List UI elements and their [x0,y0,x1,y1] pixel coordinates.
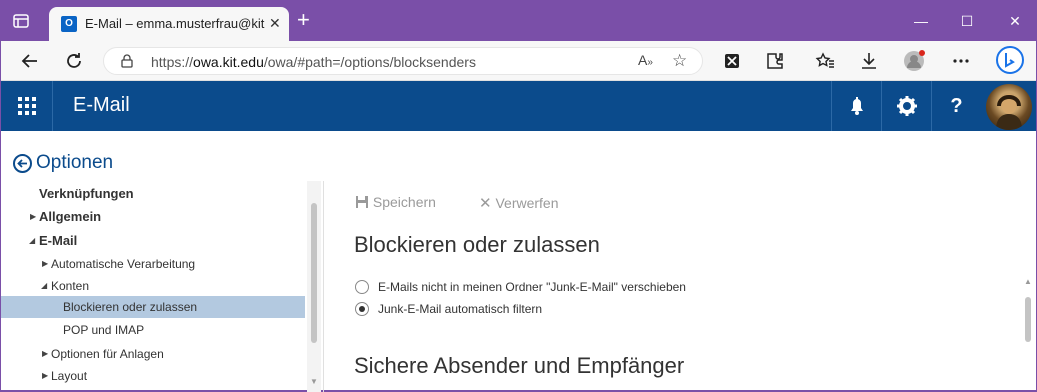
caret-right-icon: ▶ [42,259,49,268]
radio-no-junk[interactable] [355,280,369,294]
extension-x-icon[interactable] [720,49,744,73]
profile-icon[interactable] [902,49,926,73]
scroll-down-icon[interactable]: ▼ [310,377,318,386]
back-icon[interactable] [18,49,42,73]
notifications-button[interactable] [831,81,881,131]
browser-toolbar: https://owa.kit.edu/owa/#path=/options/b… [1,41,1036,81]
nav-item-automatic-processing[interactable]: ▶ Automatische Verarbeitung [1,253,305,275]
nav-item-shortcuts[interactable]: Verknüpfungen [1,183,305,205]
address-bar[interactable]: https://owa.kit.edu/owa/#path=/options/b… [103,47,703,75]
discard-icon: ✕ [479,195,492,212]
scroll-up-icon[interactable]: ▲ [1024,277,1032,286]
close-window-button[interactable]: ✕ [1005,11,1025,31]
tab-strip: O E-Mail – emma.musterfrau@kit.e ✕ + — ☐… [1,1,1036,41]
read-aloud-icon[interactable]: A» [638,52,653,68]
radio-auto-filter-label[interactable]: Junk-E-Mail automatisch filtern [378,302,542,316]
minimize-button[interactable]: — [911,11,931,31]
url-path: /owa/#path=/options/blocksenders [263,54,476,70]
nav-item-accounts[interactable]: ◢ Konten [1,275,305,297]
extensions-icon[interactable] [763,49,787,73]
window-menu-icon[interactable] [11,11,31,31]
app-title[interactable]: E-Mail [73,94,130,117]
save-button[interactable]: Speichern [355,194,436,210]
url-text[interactable]: https://owa.kit.edu/owa/#path=/options/b… [151,54,476,70]
nav-item-block-or-allow[interactable]: Blockieren oder zulassen [1,296,305,318]
nav-scroll-thumb[interactable] [311,203,317,343]
nav-item-label: E-Mail [39,233,78,248]
gear-icon [897,96,917,116]
content-scrollbar[interactable]: ▲ [1021,277,1035,392]
caret-right-icon: ▶ [42,371,49,380]
discard-label: Verwerfen [495,195,559,211]
nav-item-label: Konten [51,279,90,293]
discard-button[interactable]: ✕ Verwerfen [479,194,559,212]
nav-item-pop-imap[interactable]: POP und IMAP [1,319,305,341]
caret-right-icon: ▶ [42,349,49,358]
more-icon[interactable] [949,49,973,73]
nav-item-general[interactable]: ▶ Allgemein [1,206,305,228]
nav-scrollbar[interactable]: ▼ [307,181,321,392]
nav-item-label: Layout [51,369,88,383]
radio-no-junk-label[interactable]: E-Mails nicht in meinen Ordner "Junk-E-M… [378,280,686,294]
add-favorite-icon[interactable]: ☆ [672,51,687,71]
browser-window: O E-Mail – emma.musterfrau@kit.e ✕ + — ☐… [0,0,1037,392]
caret-right-icon: ▶ [30,212,37,221]
page-heading: Blockieren oder zulassen [354,232,600,257]
lock-icon[interactable] [120,54,134,68]
waffle-icon [18,97,36,115]
radio-auto-filter[interactable] [355,302,369,316]
caret-down-icon: ◢ [41,281,48,290]
url-prefix: https:// [151,54,194,70]
save-label: Speichern [372,194,436,210]
nav-item-layout[interactable]: ▶ Layout [1,365,305,387]
save-icon [356,196,368,208]
bing-icon[interactable] [995,45,1025,75]
new-tab-button[interactable]: + [297,9,310,31]
app-launcher-button[interactable] [1,81,53,131]
browser-tab[interactable]: O E-Mail – emma.musterfrau@kit.e ✕ [49,7,289,41]
nav-item-email[interactable]: ◢ E-Mail [1,230,305,252]
back-arrow-icon [13,154,32,173]
refresh-icon[interactable] [62,49,86,73]
nav-item-label: Optionen für Anlagen [51,347,164,361]
options-title: Optionen [36,152,114,173]
pane-divider [323,181,324,392]
nav-item-attachment-options[interactable]: ▶ Optionen für Anlagen [1,343,305,365]
settings-button[interactable] [881,81,931,131]
caret-down-icon: ◢ [29,236,36,245]
avatar[interactable] [986,84,1032,130]
nav-item-label: Automatische Verarbeitung [51,257,196,271]
downloads-icon[interactable] [857,49,881,73]
nav-item-label: Blockieren oder zulassen [63,300,198,314]
options-nav: Verknüpfungen ▶ Allgemein ◢ E-Mail ▶ Aut… [1,181,321,392]
bell-icon [851,97,863,115]
outlook-icon: O [61,16,77,32]
favorites-icon[interactable] [813,49,837,73]
nav-item-label: Allgemein [39,209,102,224]
safe-senders-heading: Sichere Absender und Empfänger [354,353,685,378]
content-scroll-thumb[interactable] [1025,297,1031,342]
tab-title: E-Mail – emma.musterfrau@kit.e [85,16,265,31]
maximize-button[interactable]: ☐ [957,11,977,31]
owa-header: E-Mail ? [1,81,1036,131]
url-host: owa.kit.edu [193,54,264,70]
help-icon[interactable]: ? [931,81,981,131]
nav-item-label: POP und IMAP [63,323,145,337]
tab-close-icon[interactable]: ✕ [269,15,281,32]
nav-item-label: Verknüpfungen [39,186,134,201]
